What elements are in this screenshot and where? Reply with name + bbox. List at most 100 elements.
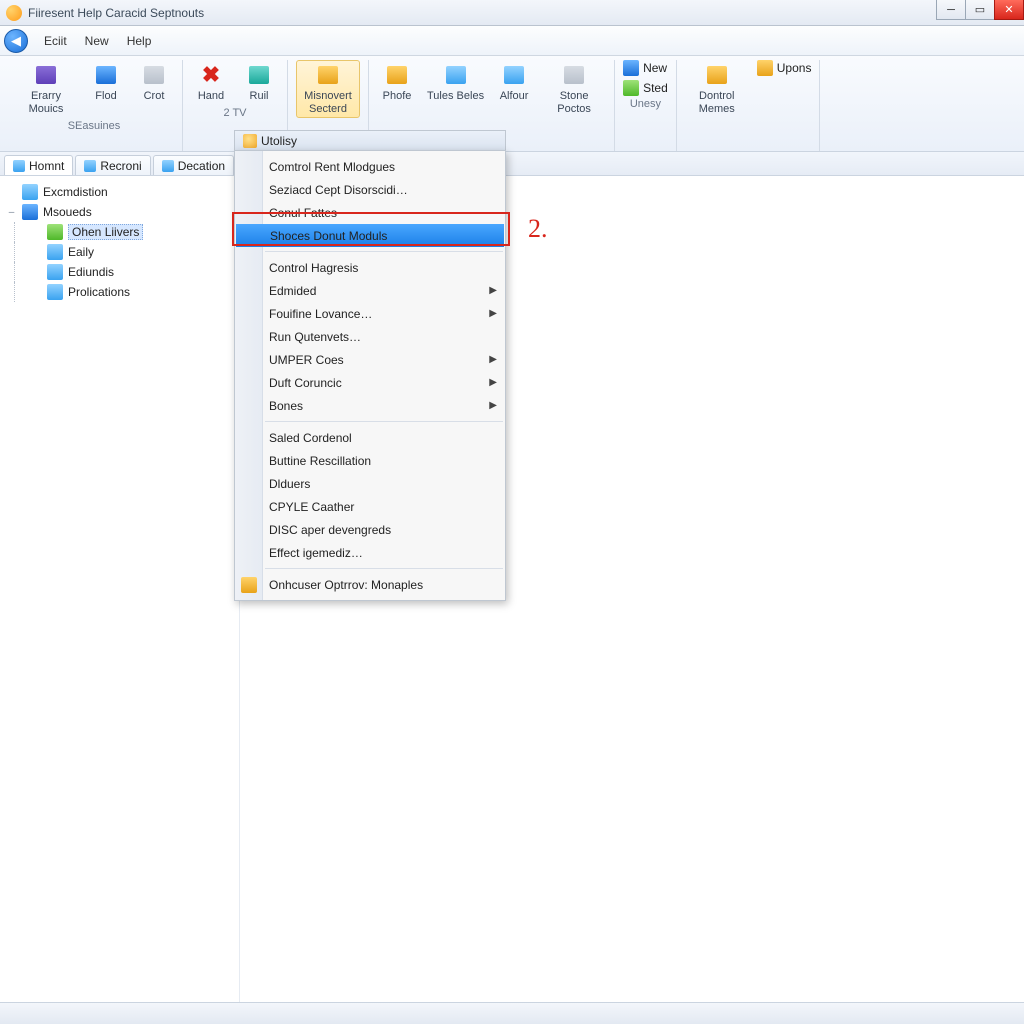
- sted-link-label: Sted: [643, 81, 668, 95]
- dontrol-memes-button-label: Dontrol Memes: [687, 90, 747, 116]
- menu-item-label: CPYLE Caather: [269, 500, 354, 514]
- menu-item[interactable]: Edmided▶: [235, 279, 505, 302]
- tree-eaily-icon: [47, 244, 63, 260]
- erarry-mouics-button-label: Erarry Mouics: [16, 90, 76, 116]
- tree-eaily[interactable]: Eaily: [15, 242, 235, 262]
- misnovert-secterd-button[interactable]: Misnovert Secterd: [296, 60, 360, 118]
- minimize-button[interactable]: ─: [936, 0, 966, 20]
- tree-ohen-livers[interactable]: Ohen Liivers: [15, 222, 235, 242]
- submenu-arrow-icon: ▶: [489, 354, 497, 365]
- close-button[interactable]: ✕: [994, 0, 1024, 20]
- erarry-mouics-button[interactable]: Erarry Mouics: [14, 60, 78, 118]
- menu-separator: [265, 421, 503, 422]
- tree-ohen-livers-label: Ohen Liivers: [68, 224, 143, 240]
- titlebar: Fiiresent Help Caracid Septnouts ─ ▭ ✕: [0, 0, 1024, 26]
- tree-ohen-livers-icon: [47, 224, 63, 240]
- window-title: Fiiresent Help Caracid Septnouts: [28, 6, 204, 20]
- menu-item[interactable]: Duft Coruncic▶: [235, 371, 505, 394]
- alfour-button-label: Alfour: [500, 90, 529, 103]
- menu-item-label: Control Hagresis: [269, 261, 358, 275]
- menu-item-label: Shoces Donut Moduls: [270, 229, 387, 243]
- stone-poctos-button[interactable]: Stone Poctos: [542, 60, 606, 118]
- tab-homnt-label: Homnt: [29, 159, 64, 173]
- hand-button[interactable]: ✖ Hand: [191, 60, 231, 105]
- phofe-button-icon: [383, 62, 411, 88]
- ruil-button-label: Ruil: [250, 90, 269, 103]
- submenu-arrow-icon: ▶: [489, 285, 497, 296]
- tree-prolications-label: Prolications: [68, 285, 130, 299]
- menu-edit[interactable]: Eciit: [42, 31, 69, 51]
- tules-beles-button[interactable]: Tules Beles: [425, 60, 486, 105]
- menu-item[interactable]: Saled Cordenol: [235, 426, 505, 449]
- crot-button-icon: [140, 62, 168, 88]
- menu-item[interactable]: Bones▶: [235, 394, 505, 417]
- dontrol-memes-button[interactable]: Dontrol Memes: [685, 60, 749, 118]
- phofe-button[interactable]: Phofe: [377, 60, 417, 105]
- sted-link[interactable]: Sted: [623, 80, 668, 96]
- tree-ediundis[interactable]: Ediundis: [15, 262, 235, 282]
- flod-button[interactable]: Flod: [86, 60, 126, 105]
- menu-separator: [265, 251, 503, 252]
- crot-button[interactable]: Crot: [134, 60, 174, 105]
- menu-item[interactable]: Buttine Rescillation: [235, 449, 505, 472]
- submenu-arrow-icon: ▶: [489, 308, 497, 319]
- ribbon-group-label: [685, 120, 812, 122]
- new-link[interactable]: New: [623, 60, 668, 76]
- ribbon-group: Dontrol Memes Upons: [677, 60, 821, 151]
- dropdown-header: Utolisy: [234, 130, 506, 150]
- alfour-button-icon: [500, 62, 528, 88]
- dropdown-menu: Comtrol Rent Mlodgues Seziacd Cept Disors…: [234, 150, 506, 601]
- back-button[interactable]: ◀: [4, 29, 28, 53]
- menubar: ◀ Eciit New Help: [0, 26, 1024, 56]
- menu-item[interactable]: Effect igemediz…: [235, 541, 505, 564]
- menu-item[interactable]: Onhcuser Optrrov: Monaples: [235, 573, 505, 596]
- menu-item[interactable]: Dlduers: [235, 472, 505, 495]
- misnovert-secterd-button-label: Misnovert Secterd: [298, 90, 358, 116]
- tree-msoueds[interactable]: –Msoueds: [4, 202, 235, 222]
- menu-new[interactable]: New: [83, 31, 111, 51]
- menu-item[interactable]: Control Hagresis: [235, 256, 505, 279]
- hand-button-label: Hand: [198, 90, 224, 103]
- tules-beles-button-label: Tules Beles: [427, 90, 484, 103]
- maximize-button[interactable]: ▭: [965, 0, 995, 20]
- navigation-tree: Excmdistion –Msoueds Ohen Liivers Eaily Ediu…: [0, 176, 240, 1002]
- tree-prolications-icon: [47, 284, 63, 300]
- tree-expander-icon[interactable]: –: [6, 207, 17, 218]
- window-controls: ─ ▭ ✕: [937, 0, 1024, 20]
- tab-recroni-icon: [84, 160, 96, 172]
- annotation-number: 2.: [528, 214, 548, 244]
- menu-item[interactable]: Run Qutenvets…: [235, 325, 505, 348]
- upons-link[interactable]: Upons: [757, 60, 812, 76]
- menu-item-label: Comtrol Rent Mlodgues: [269, 160, 395, 174]
- erarry-mouics-button-icon: [32, 62, 60, 88]
- menu-item[interactable]: Comtrol Rent Mlodgues: [235, 155, 505, 178]
- menu-item-label: Onhcuser Optrrov: Monaples: [269, 578, 423, 592]
- ruil-button-icon: [245, 62, 273, 88]
- tab-decation[interactable]: Decation: [153, 155, 234, 175]
- submenu-arrow-icon: ▶: [489, 377, 497, 388]
- ribbon-group-label: [296, 120, 360, 122]
- alfour-button[interactable]: Alfour: [494, 60, 534, 105]
- hand-button-icon: ✖: [197, 62, 225, 88]
- tree-excmdistion-label: Excmdistion: [43, 185, 108, 199]
- new-link-icon: [623, 60, 639, 76]
- tab-recroni[interactable]: Recroni: [75, 155, 150, 175]
- menu-item[interactable]: CPYLE Caather: [235, 495, 505, 518]
- menu-item[interactable]: UMPER Coes▶: [235, 348, 505, 371]
- menu-item[interactable]: Fouifine Lovance…▶: [235, 302, 505, 325]
- menu-item[interactable]: DISC aper devengreds: [235, 518, 505, 541]
- ruil-button[interactable]: Ruil: [239, 60, 279, 105]
- menu-help[interactable]: Help: [125, 31, 154, 51]
- menu-item[interactable]: Conul Fattes: [235, 201, 505, 224]
- tree-prolications[interactable]: Prolications: [15, 282, 235, 302]
- phofe-button-label: Phofe: [383, 90, 412, 103]
- tab-homnt[interactable]: Homnt: [4, 155, 73, 175]
- tree-eaily-label: Eaily: [68, 245, 94, 259]
- menu-item[interactable]: Seziacd Cept Disorscidi…: [235, 178, 505, 201]
- menu-item[interactable]: Shoces Donut Moduls: [236, 224, 504, 247]
- ribbon-group: Erarry MouicsFlodCrotSEasuines: [6, 60, 183, 151]
- menu-item-label: Conul Fattes: [269, 206, 337, 220]
- menu-item-label: Seziacd Cept Disorscidi…: [269, 183, 408, 197]
- status-bar: [0, 1002, 1024, 1024]
- tree-excmdistion[interactable]: Excmdistion: [4, 182, 235, 202]
